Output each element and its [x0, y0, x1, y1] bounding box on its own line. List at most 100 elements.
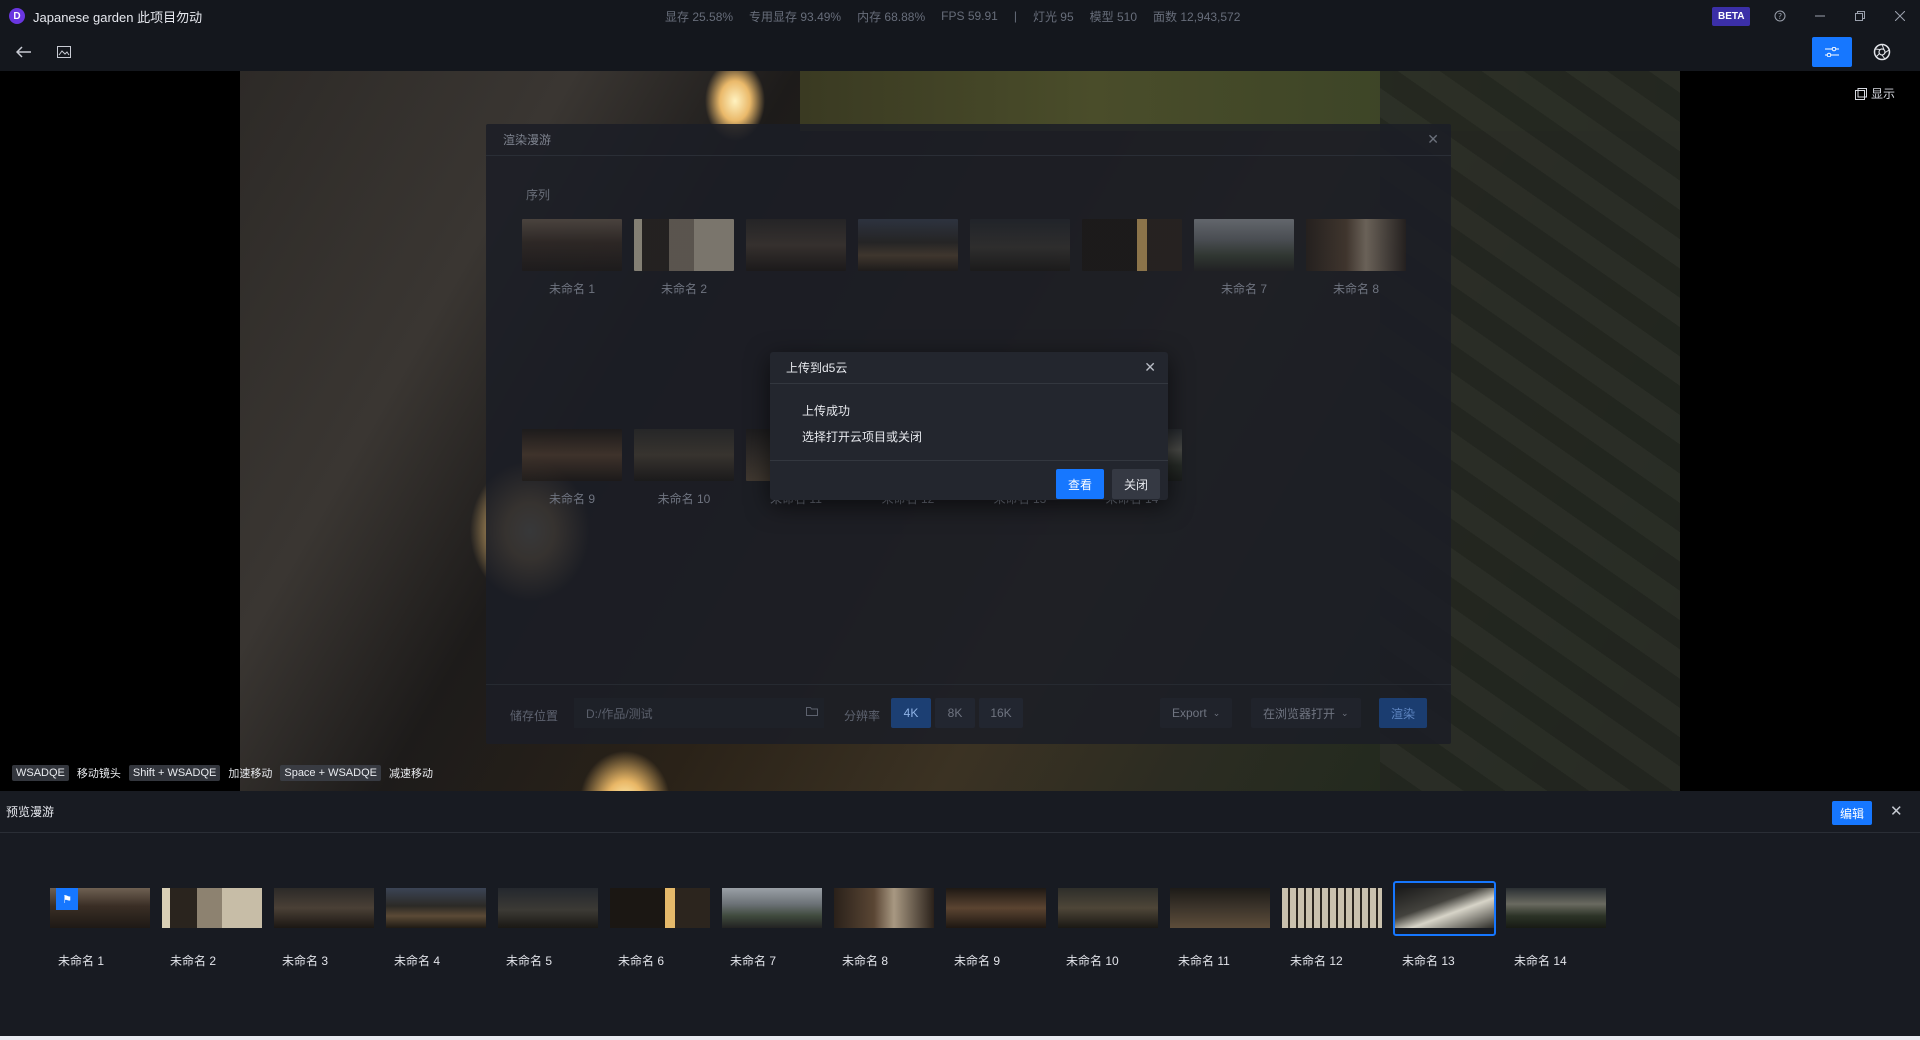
- render-panel-header: 渲染漫游 ✕: [486, 124, 1451, 156]
- sliders-icon: [1825, 47, 1839, 57]
- minimize-icon[interactable]: [1800, 0, 1840, 32]
- close-window-icon[interactable]: [1880, 0, 1920, 32]
- export-format-value: Export: [1172, 706, 1207, 720]
- sequence-thumb[interactable]: [1082, 219, 1182, 271]
- preview-thumb[interactable]: [946, 888, 1046, 928]
- preview-thumb-label: 未命名 1: [58, 954, 105, 968]
- preview-title: 预览漫游: [6, 805, 55, 819]
- resolution-8k-button[interactable]: 8K: [935, 698, 975, 728]
- preview-thumb-label: 未命名 11: [1178, 954, 1230, 968]
- edit-button[interactable]: 编辑: [1832, 801, 1872, 825]
- display-icon: [1855, 87, 1867, 100]
- close-icon[interactable]: ✕: [1890, 802, 1903, 820]
- sequence-thumb-label: 未命名 2: [660, 282, 707, 296]
- beta-badge: BETA: [1712, 7, 1751, 26]
- selection-outline: [1393, 881, 1496, 936]
- preview-thumb[interactable]: [274, 888, 374, 928]
- stat-models: 模型 510: [1089, 9, 1138, 24]
- sequence-thumb-label: 未命名 7: [1220, 282, 1267, 296]
- stat-memory: 内存 68.88%: [857, 9, 926, 24]
- hint-key: Space + WSADQE: [280, 765, 381, 781]
- sequence-thumb-label: 未命名 8: [1332, 282, 1379, 296]
- svg-text:?: ?: [1778, 12, 1782, 21]
- app-title: Japanese garden 此项目勿动: [33, 9, 203, 25]
- folder-icon[interactable]: [806, 705, 818, 719]
- preview-header: 预览漫游 编辑 ✕: [0, 791, 1920, 833]
- upload-status-text: 上传成功: [802, 404, 851, 418]
- resolution-label: 分辨率: [844, 709, 881, 723]
- close-icon[interactable]: ✕: [1144, 359, 1156, 376]
- stat-dedicated-vram: 专用显存 93.49%: [749, 9, 842, 24]
- sequence-thumb-label: 未命名 10: [657, 492, 711, 506]
- hint-key: WSADQE: [12, 765, 69, 781]
- preview-thumb[interactable]: [498, 888, 598, 928]
- preview-thumb[interactable]: [1506, 888, 1606, 928]
- restore-icon[interactable]: [1840, 0, 1880, 32]
- save-location-label: 储存位置: [510, 709, 559, 723]
- preview-thumb[interactable]: [1170, 888, 1270, 928]
- sequence-thumb[interactable]: [746, 219, 846, 271]
- upload-dialog-title: 上传到d5云: [786, 361, 848, 375]
- display-label: 显示: [1871, 87, 1896, 101]
- hint-key: Shift + WSADQE: [128, 765, 221, 781]
- taskbar-edge: [0, 1036, 1920, 1040]
- sequence-thumb[interactable]: [858, 219, 958, 271]
- upload-dialog-header: 上传到d5云 ✕: [770, 352, 1168, 384]
- sequence-thumb[interactable]: [1194, 219, 1294, 271]
- dialog-divider: [770, 460, 1168, 461]
- sequence-thumb[interactable]: [522, 429, 622, 481]
- stat-vram: 显存 25.58%: [665, 9, 734, 24]
- sequence-thumb[interactable]: [634, 219, 734, 271]
- preview-thumb-label: 未命名 3: [282, 954, 329, 968]
- preview-thumb-label: 未命名 4: [394, 954, 441, 968]
- render-panel-title: 渲染漫游: [503, 133, 552, 147]
- upload-dialog: 上传到d5云 ✕ 上传成功 选择打开云项目或关闭 查看 关闭: [770, 352, 1168, 500]
- preview-thumb[interactable]: [1282, 888, 1382, 928]
- sequence-label: 序列: [526, 188, 551, 202]
- sequence-thumb-label: 未命名 9: [548, 492, 595, 506]
- aperture-icon[interactable]: [1870, 40, 1894, 64]
- preview-thumb[interactable]: [722, 888, 822, 928]
- preview-thumb[interactable]: [834, 888, 934, 928]
- flag-icon: ⚑: [56, 888, 78, 910]
- image-gallery-icon[interactable]: [52, 40, 76, 64]
- preview-thumb-label: 未命名 7: [730, 954, 777, 968]
- sequence-thumb[interactable]: [634, 429, 734, 481]
- preview-thumb-label: 未命名 9: [954, 954, 1001, 968]
- open-option-value: 在浏览器打开: [1263, 706, 1336, 721]
- resolution-4k-button[interactable]: 4K: [891, 698, 931, 728]
- close-button[interactable]: 关闭: [1112, 469, 1160, 499]
- viewport[interactable]: 显示 WSADQE 移动镜头 Shift + WSADQE 加速移动 Space…: [0, 71, 1920, 791]
- hint-label: 减速移动: [388, 768, 433, 780]
- sequence-thumb-label: 未命名 1: [548, 282, 595, 296]
- preview-thumb-label: 未命名 2: [170, 954, 217, 968]
- preview-thumb[interactable]: [386, 888, 486, 928]
- display-toggle[interactable]: 显示: [1855, 85, 1895, 102]
- resolution-16k-button[interactable]: 16K: [979, 698, 1023, 728]
- hint-label: 加速移动: [228, 768, 273, 780]
- settings-sliders-button[interactable]: [1812, 37, 1852, 67]
- preview-thumb[interactable]: [162, 888, 262, 928]
- open-option-dropdown[interactable]: 在浏览器打开 ⌄: [1251, 698, 1361, 728]
- view-button[interactable]: 查看: [1056, 469, 1104, 499]
- render-button[interactable]: 渲染: [1379, 698, 1427, 728]
- preview-thumb[interactable]: [1058, 888, 1158, 928]
- performance-stats: 显存 25.58% 专用显存 93.49% 内存 68.88% FPS 59.9…: [665, 0, 1240, 32]
- stat-faces: 面数 12,943,572: [1153, 9, 1241, 24]
- sequence-thumb[interactable]: [970, 219, 1070, 271]
- preview-thumb-label: 未命名 12: [1290, 954, 1343, 968]
- close-icon[interactable]: ✕: [1427, 131, 1439, 148]
- help-icon[interactable]: ?: [1760, 0, 1800, 32]
- preview-thumb[interactable]: [610, 888, 710, 928]
- upload-hint-text: 选择打开云项目或关闭: [802, 430, 923, 444]
- chevron-down-icon: ⌄: [1212, 707, 1221, 718]
- back-arrow-icon[interactable]: [12, 40, 36, 64]
- sequence-thumb[interactable]: [522, 219, 622, 271]
- save-path-input[interactable]: D:/作品/测试: [574, 698, 824, 728]
- export-format-dropdown[interactable]: Export ⌄: [1160, 698, 1233, 728]
- preview-thumb-label: 未命名 8: [842, 954, 889, 968]
- sequence-thumb[interactable]: [1306, 219, 1406, 271]
- toolbar: [0, 32, 1920, 71]
- stat-lights: 灯光 95: [1032, 9, 1074, 24]
- preview-thumb-label: 未命名 6: [618, 954, 665, 968]
